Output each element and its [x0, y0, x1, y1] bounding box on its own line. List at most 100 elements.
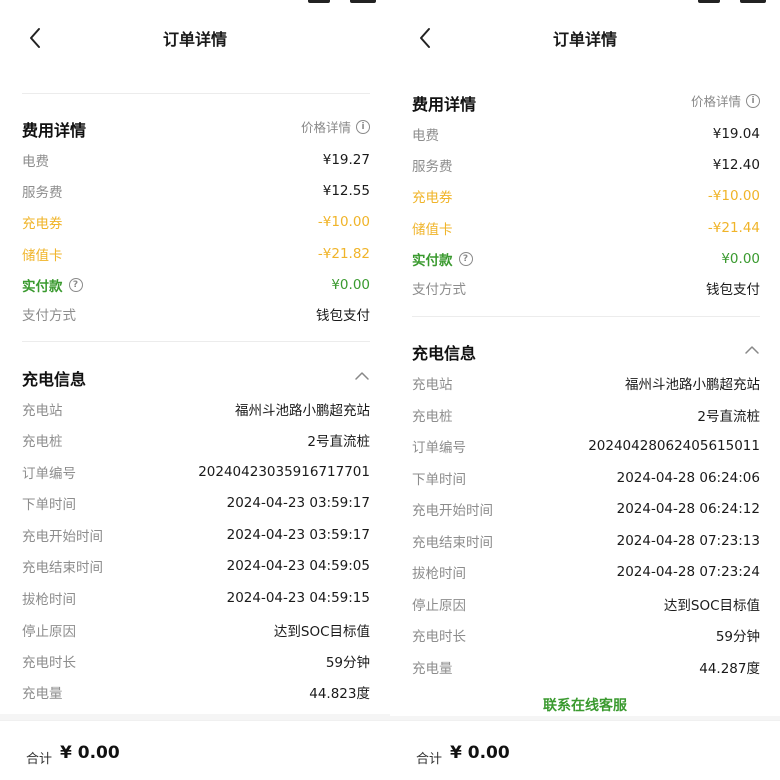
nav-bar: 订单详情: [0, 18, 390, 58]
row-label: 充电结束时间: [22, 560, 103, 576]
charge-row-order-no: 订单编号 20240423035916717701: [22, 461, 370, 483]
paid-label: 实付款: [22, 279, 63, 295]
battery-icon: [740, 0, 766, 3]
row-label: 充电桩: [22, 434, 63, 450]
charge-section-title: 充电信息: [22, 370, 87, 389]
charge-row-stop-reason: 停止原因 达到SOC目标值: [412, 593, 760, 615]
row-label: 充电时长: [412, 629, 466, 645]
nav-bar: 订单详情: [390, 18, 780, 58]
row-value: 2024-04-23 03:59:17: [226, 527, 370, 543]
row-label: 充电结束时间: [412, 535, 493, 551]
price-detail-link[interactable]: 价格详情 i: [301, 117, 370, 136]
row-label: 实付款 ?: [22, 275, 83, 295]
page-title: 订单详情: [162, 30, 227, 49]
row-value: ¥0.00: [331, 277, 370, 293]
row-value: 钱包支付: [706, 282, 760, 298]
question-icon[interactable]: ?: [458, 252, 473, 266]
row-label: 拔枪时间: [412, 566, 466, 582]
row-label: 充电桩: [412, 409, 453, 425]
charge-row-order-no: 订单编号 20240428062405615011: [412, 435, 760, 457]
fee-row-paid: 实付款 ? ¥0.00: [412, 248, 760, 270]
fee-row-coupon: 充电券 -¥10.00: [22, 211, 370, 233]
chevron-up-icon[interactable]: [354, 370, 370, 382]
chevron-up-icon[interactable]: [744, 344, 760, 356]
order-detail-screen-2: 订单详情 费用详情 价格详情 i 电费 ¥19.04 服务费 ¥12.40 充电…: [390, 0, 780, 780]
row-value: ¥12.40: [712, 157, 760, 173]
row-value: 钱包支付: [316, 308, 370, 324]
row-value: -¥21.82: [317, 246, 370, 262]
row-label: 订单编号: [412, 440, 466, 456]
status-bar: [290, 0, 380, 6]
charge-row-unplug-time: 拔枪时间 2024-04-23 04:59:15: [22, 587, 370, 609]
row-label: 支付方式: [412, 282, 466, 298]
row-value: 福州斗池路小鹏超充站: [625, 377, 760, 393]
row-value: 福州斗池路小鹏超充站: [235, 403, 370, 419]
row-value: 59分钟: [325, 655, 370, 671]
total-label: 合计: [416, 752, 443, 767]
row-value: -¥21.44: [707, 220, 760, 236]
row-value: 2号直流桩: [697, 409, 760, 425]
row-value: ¥19.04: [712, 126, 760, 142]
row-label: 服务费: [412, 159, 453, 175]
total-value: ¥ 0.00: [60, 743, 120, 763]
fee-section-title: 费用详情: [412, 95, 477, 114]
divider: [22, 341, 370, 342]
row-label: 充电量: [22, 686, 63, 702]
fee-row-service: 服务费 ¥12.55: [22, 180, 370, 202]
price-detail-label: 价格详情: [300, 120, 351, 135]
charge-row-end-time: 充电结束时间 2024-04-23 04:59:05: [22, 555, 370, 577]
total-label: 合计: [26, 752, 53, 767]
charge-row-unplug-time: 拔枪时间 2024-04-28 07:23:24: [412, 561, 760, 583]
signal-icon: [308, 0, 330, 3]
row-label: 充电站: [412, 377, 453, 393]
row-label: 储值卡: [22, 248, 63, 264]
fee-row-stored-card: 储值卡 -¥21.82: [22, 243, 370, 265]
row-label: 实付款 ?: [412, 249, 473, 269]
row-label: 充电量: [412, 661, 453, 677]
charge-row-duration: 充电时长 59分钟: [22, 650, 370, 672]
row-label: 下单时间: [412, 472, 466, 488]
row-value: 20240423035916717701: [198, 464, 370, 480]
fee-section-title: 费用详情: [22, 121, 87, 140]
row-label: 订单编号: [22, 466, 76, 482]
row-value: 2024-04-23 04:59:15: [226, 590, 370, 606]
charge-row-start-time: 充电开始时间 2024-04-28 06:24:12: [412, 498, 760, 520]
fee-row-service: 服务费 ¥12.40: [412, 154, 760, 176]
row-label: 支付方式: [22, 308, 76, 324]
row-label: 充电开始时间: [22, 529, 103, 545]
row-label: 服务费: [22, 185, 63, 201]
row-label: 充电券: [22, 216, 63, 232]
row-value: 2号直流桩: [307, 434, 370, 450]
row-value: 44.823度: [309, 686, 370, 702]
fee-row-stored-card: 储值卡 -¥21.44: [412, 217, 760, 239]
divider: [412, 316, 760, 317]
row-label: 停止原因: [22, 624, 76, 640]
fee-row-paid: 实付款 ? ¥0.00: [22, 274, 370, 296]
info-icon: i: [746, 93, 760, 108]
row-value: 达到SOC目标值: [663, 598, 760, 614]
row-value: 2024-04-23 03:59:17: [226, 495, 370, 511]
divider: [22, 93, 370, 94]
charge-row-station: 充电站 福州斗池路小鹏超充站: [22, 398, 370, 420]
row-value: 44.287度: [699, 661, 760, 677]
row-value: ¥0.00: [721, 251, 760, 267]
row-value: 2024-04-28 06:24:06: [616, 470, 760, 486]
row-value: 59分钟: [715, 629, 760, 645]
question-icon[interactable]: ?: [68, 278, 83, 292]
contact-service-link[interactable]: 联系在线客服: [390, 695, 780, 715]
charge-row-energy: 充电量 44.823度: [22, 681, 370, 703]
price-detail-link[interactable]: 价格详情 i: [691, 91, 760, 110]
charge-row-order-time: 下单时间 2024-04-23 03:59:17: [22, 492, 370, 514]
row-value: ¥19.27: [322, 152, 370, 168]
row-value: 2024-04-28 07:23:13: [616, 533, 760, 549]
page-title: 订单详情: [552, 30, 617, 49]
charge-row-energy: 充电量 44.287度: [412, 656, 760, 678]
row-label: 电费: [412, 128, 439, 144]
charge-row-stop-reason: 停止原因 达到SOC目标值: [22, 619, 370, 641]
charge-row-pile: 充电桩 2号直流桩: [412, 404, 760, 426]
battery-icon: [350, 0, 376, 3]
fee-row-payment-method: 支付方式 钱包支付: [22, 303, 370, 325]
charge-row-pile: 充电桩 2号直流桩: [22, 429, 370, 451]
row-value: -¥10.00: [317, 214, 370, 230]
row-label: 拔枪时间: [22, 592, 76, 608]
